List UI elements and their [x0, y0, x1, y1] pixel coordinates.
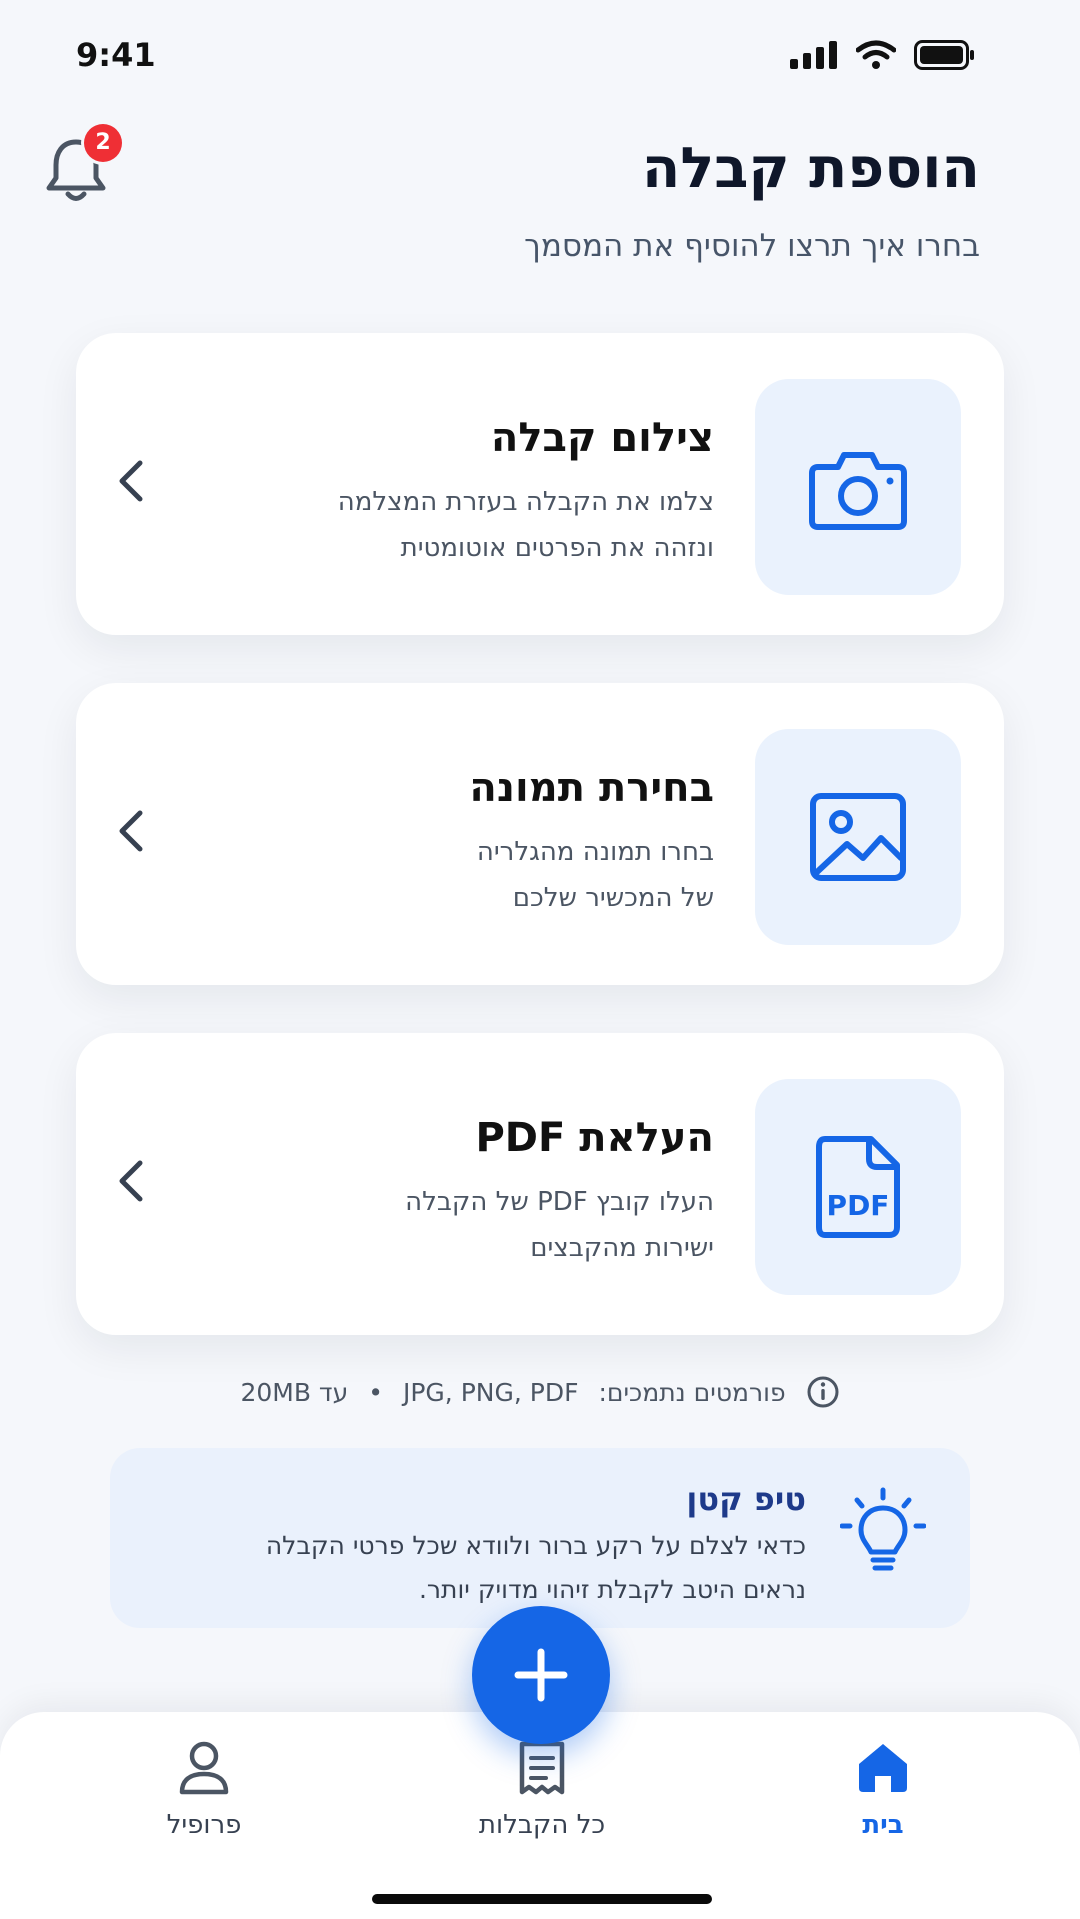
tab-profile-label: פרופיל	[166, 1810, 242, 1840]
option-desc-line2: ישירות מהקבצים	[530, 1233, 714, 1263]
notification-badge: 2	[84, 124, 122, 162]
receipt-icon	[519, 1741, 565, 1795]
tab-all-receipts-label: כל הקבלות	[478, 1810, 606, 1840]
tab-home[interactable]: בית	[783, 1740, 983, 1840]
option-card-upload-pdf[interactable]: PDF העלאת PDF העלו קובץ PDF של הקבלה ישי…	[76, 1033, 1004, 1335]
plus-icon	[514, 1648, 568, 1702]
screen: 9:41 2 הוספת קבלה בחרו איך תרצו להוסיף א…	[0, 0, 1080, 1919]
formats-label: פורמטים נתמכים:	[598, 1377, 786, 1407]
page-title: הוספת קבלה	[641, 136, 980, 201]
image-icon	[810, 793, 906, 881]
add-receipt-fab[interactable]	[472, 1606, 610, 1744]
wifi-icon	[856, 40, 896, 69]
formats-types: JPG, PNG, PDF	[402, 1377, 579, 1407]
pdf-icon-label: PDF	[827, 1189, 890, 1222]
tip-text: כדאי לצלם על רקע ברור ולוודא שכל פרטי הק…	[206, 1524, 806, 1612]
option-card-choose-image[interactable]: בחירת תמונה בחרו תמונה מהגלריה של המכשיר…	[76, 683, 1004, 985]
option-desc-line1: העלו קובץ PDF של הקבלה	[405, 1187, 714, 1217]
pdf-file-icon: PDF	[816, 1136, 900, 1238]
status-time: 9:41	[76, 36, 156, 74]
status-icons	[790, 40, 976, 70]
tip-line2: נראים היטב לקבלת זיהוי מדויק יותר.	[418, 1575, 806, 1604]
info-icon	[807, 1376, 839, 1408]
tab-all-receipts[interactable]: כל הקבלות	[442, 1740, 642, 1840]
chevron-left-icon	[119, 810, 143, 852]
chevron-left-icon	[119, 1160, 143, 1202]
option-desc-line2: ונזהה את הפרטים אוטומטית	[400, 533, 714, 563]
home-icon	[859, 1744, 907, 1792]
formats-size-limit: עד 20MB	[240, 1377, 349, 1407]
option-icon-box: PDF	[755, 1079, 961, 1295]
user-icon	[179, 1741, 229, 1795]
lightbulb-icon	[840, 1487, 926, 1571]
camera-icon	[809, 452, 907, 530]
signal-icon	[790, 41, 837, 69]
option-card-take-photo[interactable]: צילום קבלה צלמו את הקבלה בעזרת המצלמה ונ…	[76, 333, 1004, 635]
tip-line1: כדאי לצלם על רקע ברור ולוודא שכל פרטי הק…	[265, 1531, 806, 1560]
tip-title: טיפ קטן	[686, 1480, 806, 1518]
chevron-left-icon	[119, 460, 143, 502]
option-title: בחירת תמונה	[469, 765, 714, 811]
home-indicator	[372, 1894, 712, 1904]
formats-separator: •	[368, 1377, 383, 1407]
option-desc-line1: בחרו תמונה מהגלריה	[476, 837, 714, 867]
option-desc-line1: צלמו את הקבלה בעזרת המצלמה	[337, 487, 714, 517]
page-subtitle: בחרו איך תרצו להוסיף את המסמך	[524, 228, 980, 264]
option-icon-box	[755, 729, 961, 945]
option-title: העלאת PDF	[475, 1115, 714, 1161]
battery-icon	[914, 40, 974, 70]
option-title: צילום קבלה	[490, 415, 714, 461]
option-icon-box	[755, 379, 961, 595]
supported-formats: פורמטים נתמכים: JPG, PNG, PDF • עד 20MB	[0, 1372, 1080, 1412]
tab-profile[interactable]: פרופיל	[104, 1740, 304, 1840]
tab-home-label: בית	[862, 1810, 904, 1840]
option-desc-line2: של המכשיר שלכם	[512, 883, 714, 913]
